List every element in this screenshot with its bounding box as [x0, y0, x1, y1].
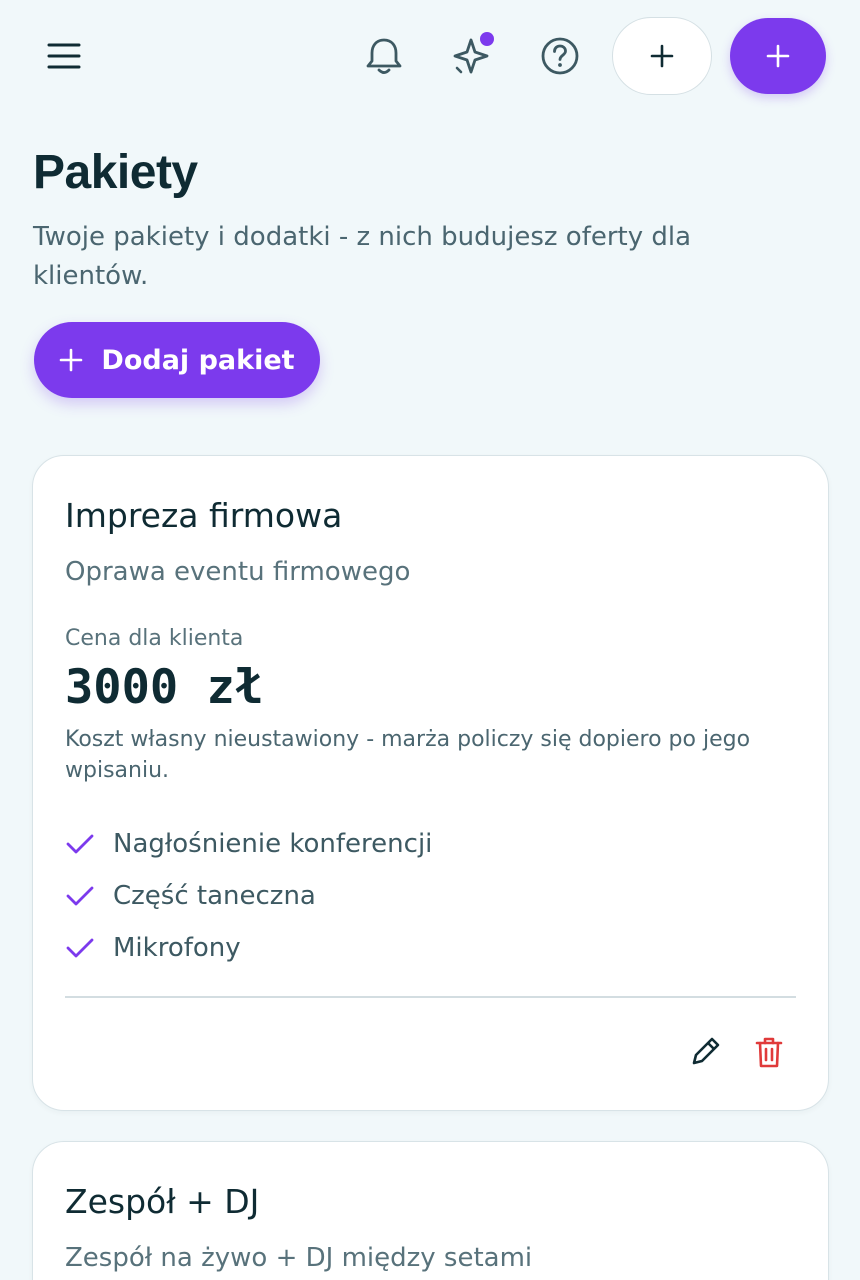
bell-icon [366, 38, 402, 74]
card-divider [65, 996, 796, 998]
page-title: Pakiety [33, 146, 198, 199]
add-package-button[interactable]: Dodaj pakiet [34, 322, 320, 398]
check-icon [65, 933, 95, 963]
feature-item: Mikrofony [65, 922, 432, 974]
check-icon [65, 829, 95, 859]
packages-page: Pakiety Twoje pakiety i dodatki - z nich… [0, 0, 860, 1280]
top-bar [0, 0, 860, 112]
edit-package-button[interactable] [685, 1032, 725, 1072]
feature-list: Nagłośnienie konferencji Część taneczna … [65, 818, 432, 974]
package-description: Oprawa eventu firmowego [65, 557, 411, 587]
page-subtitle: Twoje pakiety i dodatki - z nich budujes… [33, 222, 692, 291]
package-name: Zespół + DJ [65, 1182, 260, 1221]
plus-icon [60, 348, 83, 372]
quick-add-button[interactable] [612, 17, 712, 95]
package-price: 3000 zł [65, 660, 264, 715]
check-icon [65, 881, 95, 911]
package-name: Impreza firmowa [65, 496, 343, 535]
price-label: Cena dla klienta [65, 626, 244, 651]
help-button[interactable] [532, 28, 588, 84]
help-circle-icon [541, 37, 579, 75]
primary-add-button[interactable] [730, 18, 826, 94]
package-description: Zespół na żywo + DJ między setami [65, 1243, 533, 1273]
cost-note: Koszt własny nieustawiony - marża policz… [65, 727, 751, 783]
feature-label: Mikrofony [113, 933, 241, 963]
menu-icon [47, 43, 81, 69]
feature-label: Część taneczna [113, 881, 316, 911]
trash-icon [755, 1037, 783, 1068]
plus-icon [650, 44, 674, 68]
notifications-button[interactable] [356, 28, 412, 84]
feature-item: Nagłośnienie konferencji [65, 818, 432, 870]
add-package-label: Dodaj pakiet [101, 344, 295, 376]
menu-button[interactable] [36, 28, 92, 84]
package-card: Impreza firmowa Oprawa eventu firmowego … [32, 455, 829, 1111]
notification-dot [480, 32, 494, 46]
delete-package-button[interactable] [749, 1032, 789, 1072]
feature-label: Nagłośnienie konferencji [113, 829, 433, 859]
pencil-icon [692, 1037, 720, 1065]
ai-assistant-button[interactable] [444, 28, 500, 84]
feature-item: Część taneczna [65, 870, 432, 922]
plus-icon [766, 44, 790, 68]
package-card: Zespół + DJ Zespół na żywo + DJ między s… [32, 1141, 829, 1280]
